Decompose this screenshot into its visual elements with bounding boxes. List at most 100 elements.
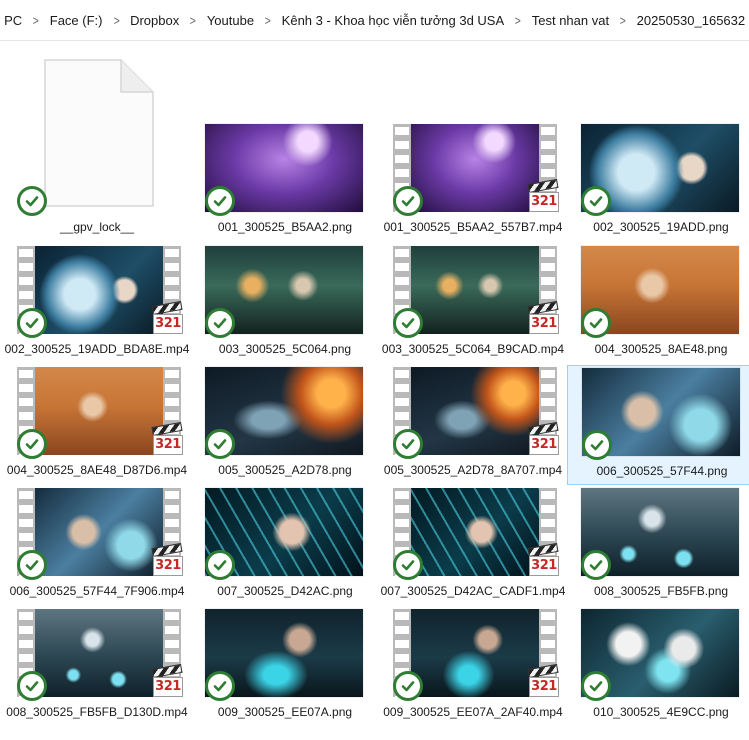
mpc-player-icon: 321: [151, 300, 183, 334]
file-name-label: 001_300525_B5AA2_557B7.mp4: [383, 220, 563, 234]
mpc-badge-text: 321: [153, 435, 183, 455]
file-tile-image[interactable]: 008_300525_FB5FB.png: [567, 486, 749, 606]
video-frame: [411, 124, 539, 212]
video-frame: [411, 246, 539, 334]
sync-status-check-icon: [393, 186, 423, 216]
sync-status-check-icon: [205, 186, 235, 216]
file-name-label: 003_300525_5C064_B9CAD.mp4: [381, 342, 565, 356]
sync-status-check-icon: [17, 429, 47, 459]
mpc-badge-text: 321: [529, 314, 559, 334]
file-tile-video[interactable]: 321 005_300525_A2D78_8A707.mp4: [379, 365, 567, 485]
file-tile-video[interactable]: 321 002_300525_19ADD_BDA8E.mp4: [3, 244, 191, 364]
video-frame: [411, 367, 539, 455]
file-tile-video[interactable]: 321 001_300525_B5AA2_557B7.mp4: [379, 122, 567, 242]
sync-status-check-icon: [581, 671, 611, 701]
breadcrumb-separator-icon[interactable]: >: [513, 13, 522, 28]
file-tile-image[interactable]: 001_300525_B5AA2.png: [191, 122, 379, 242]
mpc-player-icon: 321: [527, 178, 559, 212]
file-name-label: 004_300525_8AE48.png: [594, 342, 728, 356]
file-tile-video[interactable]: 321 008_300525_FB5FB_D130D.mp4: [3, 607, 191, 727]
sync-status-check-icon: [393, 550, 423, 580]
sync-status-check-icon: [205, 308, 235, 338]
mpc-badge-text: 321: [529, 677, 559, 697]
file-tile-image[interactable]: 009_300525_EE07A.png: [191, 607, 379, 727]
file-name-label: 001_300525_B5AA2.png: [217, 220, 353, 234]
file-tile-image[interactable]: 003_300525_5C064.png: [191, 244, 379, 364]
breadcrumb-item[interactable]: Face (F:): [42, 10, 111, 31]
sync-status-check-icon: [17, 550, 47, 580]
sync-status-check-icon: [581, 186, 611, 216]
video-frame: [35, 246, 163, 334]
sync-status-check-icon: [582, 430, 612, 460]
mpc-player-icon: 321: [527, 421, 559, 455]
video-frame: [35, 609, 163, 697]
breadcrumb-separator-icon[interactable]: >: [188, 13, 197, 28]
sync-status-check-icon: [205, 429, 235, 459]
mpc-player-icon: 321: [527, 663, 559, 697]
sync-status-check-icon: [393, 671, 423, 701]
sync-status-check-icon: [17, 308, 47, 338]
file-name-label: 010_300525_4E9CC.png: [593, 705, 729, 719]
file-tile-image[interactable]: 007_300525_D42AC.png: [191, 486, 379, 606]
file-name-label: 007_300525_D42AC.png: [217, 584, 353, 598]
mpc-badge-text: 321: [153, 677, 183, 697]
file-name-label: 005_300525_A2D78_8A707.mp4: [383, 463, 563, 477]
sync-status-check-icon: [17, 671, 47, 701]
breadcrumb-item[interactable]: Dropbox: [122, 10, 187, 31]
sync-status-check-icon: [17, 186, 47, 216]
file-name-label: 004_300525_8AE48_D87D6.mp4: [6, 463, 188, 477]
file-tile-video[interactable]: 321 009_300525_EE07A_2AF40.mp4: [379, 607, 567, 727]
breadcrumb-item[interactable]: 20250530_165632: [629, 10, 749, 31]
file-name-label: 006_300525_57F44_7F906.mp4: [9, 584, 185, 598]
file-tile-image[interactable]: 010_300525_4E9CC.png: [567, 607, 749, 727]
file-name-label: 009_300525_EE07A.png: [217, 705, 353, 719]
breadcrumb: s PC>Face (F:)>Dropbox>Youtube>Kênh 3 - …: [0, 0, 749, 41]
file-name-label: 006_300525_57F44.png: [596, 464, 728, 478]
mpc-badge-text: 321: [529, 192, 559, 212]
file-name-label: 008_300525_FB5FB.png: [593, 584, 729, 598]
mpc-player-icon: 321: [527, 542, 559, 576]
sync-status-check-icon: [205, 671, 235, 701]
sync-status-check-icon: [393, 308, 423, 338]
file-tile-doc[interactable]: __gpv_lock__: [3, 59, 191, 242]
video-frame: [35, 488, 163, 576]
mpc-player-icon: 321: [151, 542, 183, 576]
breadcrumb-separator-icon[interactable]: >: [112, 13, 121, 28]
file-tile-image[interactable]: 005_300525_A2D78.png: [191, 365, 379, 485]
file-tile-video[interactable]: 321 003_300525_5C064_B9CAD.mp4: [379, 244, 567, 364]
file-name-label: 002_300525_19ADD_BDA8E.mp4: [4, 342, 190, 356]
breadcrumb-item[interactable]: Test nhan vat: [524, 10, 617, 31]
sync-status-check-icon: [581, 308, 611, 338]
file-tile-video[interactable]: 321 004_300525_8AE48_D87D6.mp4: [3, 365, 191, 485]
file-name-label: 008_300525_FB5FB_D130D.mp4: [6, 705, 188, 719]
document-file-icon: [43, 58, 155, 213]
file-name-label: 005_300525_A2D78.png: [218, 463, 352, 477]
file-tile-video[interactable]: 321 007_300525_D42AC_CADF1.mp4: [379, 486, 567, 606]
file-tile-image[interactable]: 004_300525_8AE48.png: [567, 244, 749, 364]
file-name-label: 002_300525_19ADD.png: [593, 220, 729, 234]
mpc-badge-text: 321: [153, 556, 183, 576]
mpc-player-icon: 321: [527, 300, 559, 334]
mpc-badge-text: 321: [529, 556, 559, 576]
breadcrumb-item[interactable]: s PC: [0, 10, 30, 31]
file-tile-image[interactable]: 006_300525_57F44.png: [567, 365, 749, 485]
breadcrumb-separator-icon[interactable]: >: [31, 13, 40, 28]
file-name-label: 007_300525_D42AC_CADF1.mp4: [380, 584, 566, 598]
mpc-badge-text: 321: [153, 314, 183, 334]
file-name-label: 009_300525_EE07A_2AF40.mp4: [383, 705, 563, 719]
mpc-player-icon: 321: [151, 421, 183, 455]
file-name-label: 003_300525_5C064.png: [218, 342, 352, 356]
sync-status-check-icon: [205, 550, 235, 580]
breadcrumb-item[interactable]: Youtube: [199, 10, 262, 31]
sync-status-check-icon: [581, 550, 611, 580]
file-name-label: __gpv_lock__: [59, 220, 135, 234]
file-tile-image[interactable]: 002_300525_19ADD.png: [567, 122, 749, 242]
file-tile-video[interactable]: 321 006_300525_57F44_7F906.mp4: [3, 486, 191, 606]
sync-status-check-icon: [393, 429, 423, 459]
breadcrumb-item[interactable]: Kênh 3 - Khoa học viễn tưởng 3d USA: [274, 10, 512, 31]
mpc-player-icon: 321: [151, 663, 183, 697]
breadcrumb-separator-icon[interactable]: >: [618, 13, 627, 28]
file-grid: __gpv_lock__ 001_300525_B5AA2.png 321 001_3…: [0, 40, 749, 740]
video-frame: [411, 488, 539, 576]
breadcrumb-separator-icon[interactable]: >: [263, 13, 272, 28]
